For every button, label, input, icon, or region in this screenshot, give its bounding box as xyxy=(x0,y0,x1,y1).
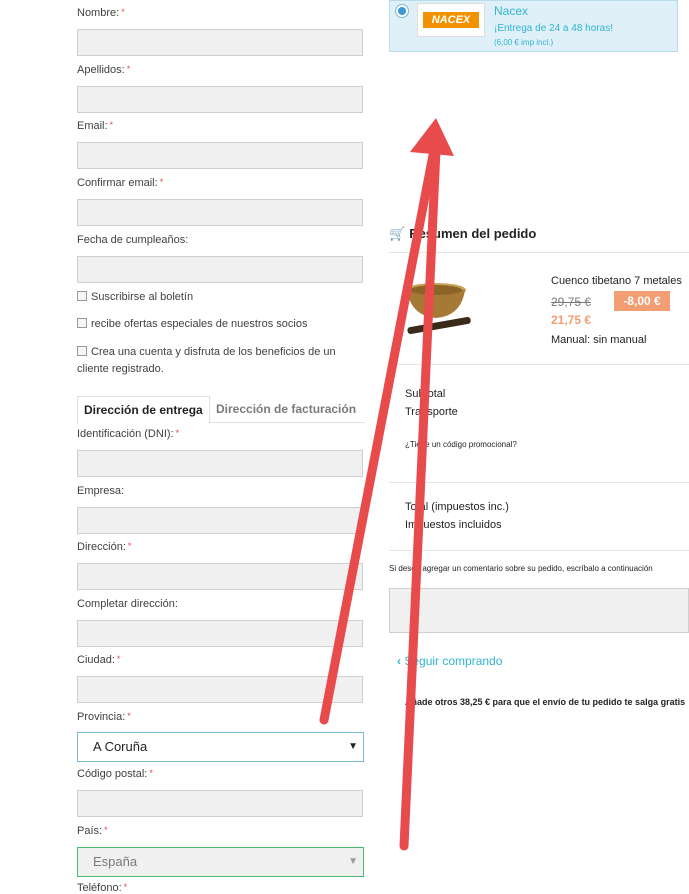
annotation-arrows xyxy=(319,118,454,851)
annotation-arrow-head xyxy=(410,118,454,156)
annotation-arrow-line xyxy=(399,145,441,851)
